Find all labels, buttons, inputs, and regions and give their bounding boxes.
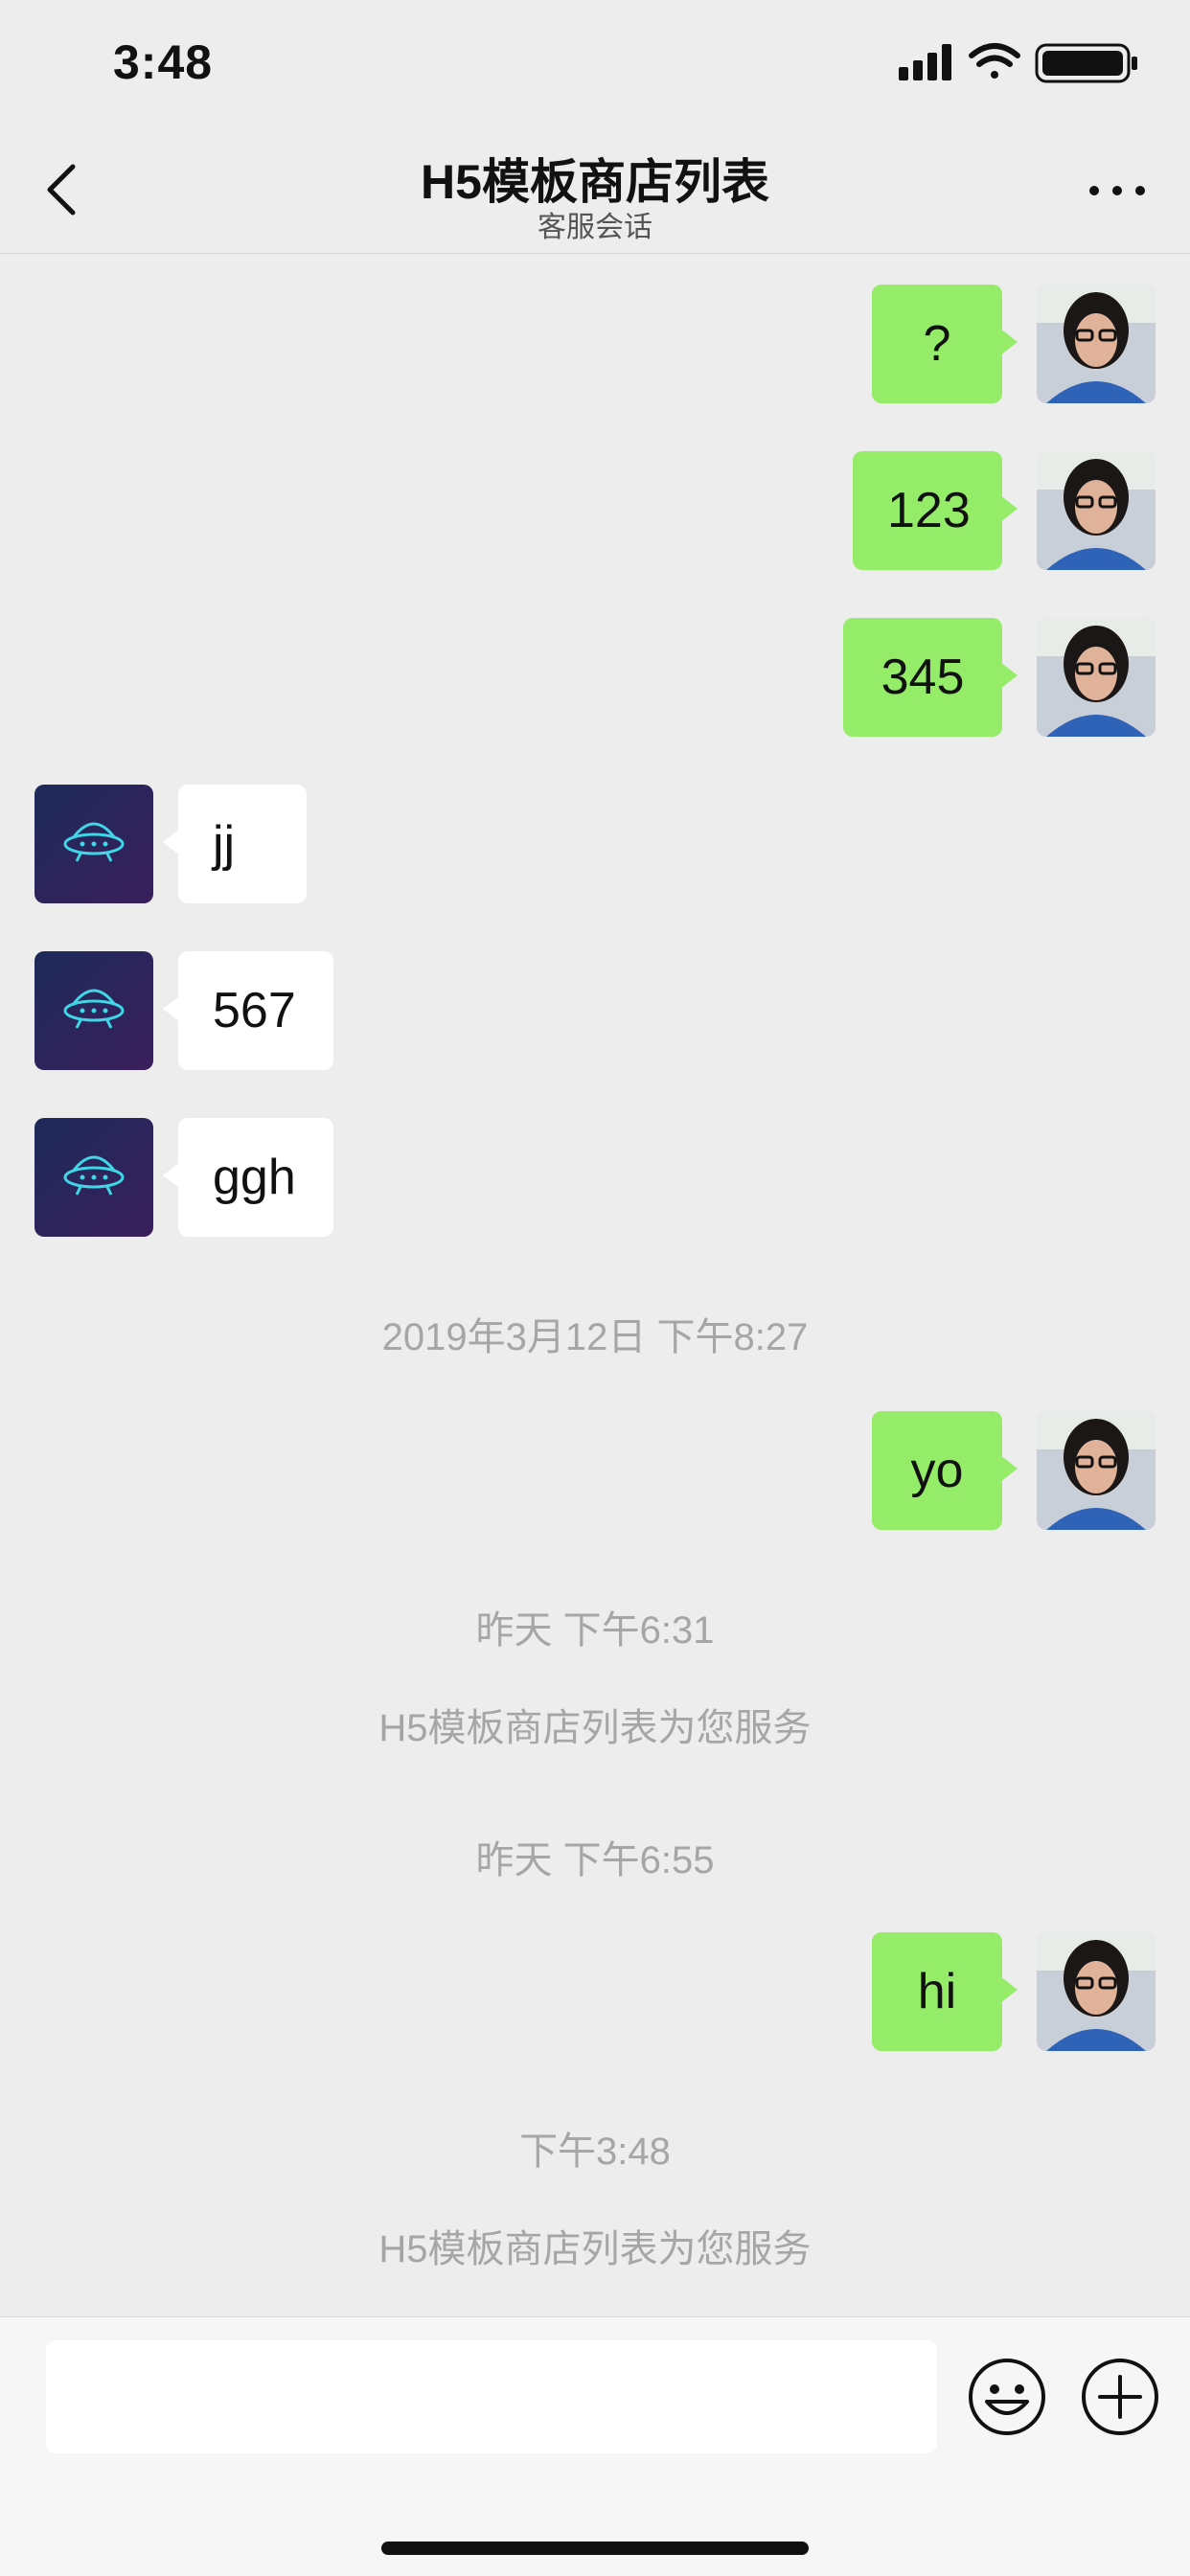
outgoing-message-bubble[interactable]: 345 [843, 618, 1018, 737]
user-avatar[interactable] [1037, 285, 1156, 403]
message-row: 567 [0, 951, 1190, 1070]
incoming-message-bubble[interactable]: jj [163, 785, 307, 903]
timestamp: 昨天 下午6:55 [475, 1839, 715, 1881]
outgoing-message-bubble[interactable]: ? [872, 285, 1018, 403]
message-row: ? [0, 285, 1190, 403]
user-avatar[interactable] [1037, 1932, 1156, 2051]
emoji-button[interactable] [966, 2356, 1048, 2438]
ufo-icon [34, 785, 153, 903]
more-button[interactable] [1079, 167, 1156, 215]
service-avatar[interactable] [34, 785, 153, 903]
message-row: yo [0, 1411, 1190, 1530]
ufo-icon [34, 1118, 153, 1237]
incoming-message-bubble[interactable]: ggh [163, 1118, 333, 1237]
emoji-icon [969, 2359, 1045, 2435]
battery-icon [1035, 43, 1137, 83]
wifi-icon [969, 43, 1020, 79]
service-avatar[interactable] [34, 1118, 153, 1237]
page-subtitle: 客服会话 [538, 212, 652, 243]
status-time: 3:48 [113, 35, 214, 89]
home-indicator[interactable] [381, 2542, 809, 2555]
user-avatar[interactable] [1037, 1411, 1156, 1530]
signal-icon [899, 44, 951, 80]
plus-icon [1082, 2359, 1158, 2435]
chat-area[interactable]: ? 123 345 jj 567 ggh 2019年3月12日 下午8:27 y… [0, 254, 1190, 2314]
more-icon [1089, 186, 1145, 195]
service-notice: H5模板商店列表为您服务 [378, 2228, 812, 2270]
message-row: jj [0, 785, 1190, 903]
ufo-icon [34, 951, 153, 1070]
service-notice: H5模板商店列表为您服务 [378, 1707, 812, 1749]
timestamp: 下午3:48 [519, 2131, 671, 2173]
outgoing-message-bubble[interactable]: 123 [853, 451, 1018, 570]
user-avatar[interactable] [1037, 451, 1156, 570]
input-bar [0, 2316, 1190, 2576]
timestamp: 2019年3月12日 下午8:27 [381, 1316, 809, 1358]
outgoing-message-bubble[interactable]: yo [872, 1411, 1018, 1530]
message-row: 345 [0, 618, 1190, 737]
timestamp: 昨天 下午6:31 [475, 1609, 715, 1652]
message-row: 123 [0, 451, 1190, 570]
outgoing-message-bubble[interactable]: hi [872, 1932, 1018, 2051]
user-avatar[interactable] [1037, 618, 1156, 737]
message-input[interactable] [46, 2340, 937, 2453]
status-icons [899, 40, 1148, 84]
message-row: hi [0, 1932, 1190, 2051]
message-row: ggh [0, 1118, 1190, 1237]
nav-bar: H5模板商店列表 客服会话 [0, 126, 1190, 254]
incoming-message-bubble[interactable]: 567 [163, 951, 333, 1070]
plus-button[interactable] [1079, 2356, 1161, 2438]
status-bar: 3:48 [0, 0, 1190, 126]
service-avatar[interactable] [34, 951, 153, 1070]
